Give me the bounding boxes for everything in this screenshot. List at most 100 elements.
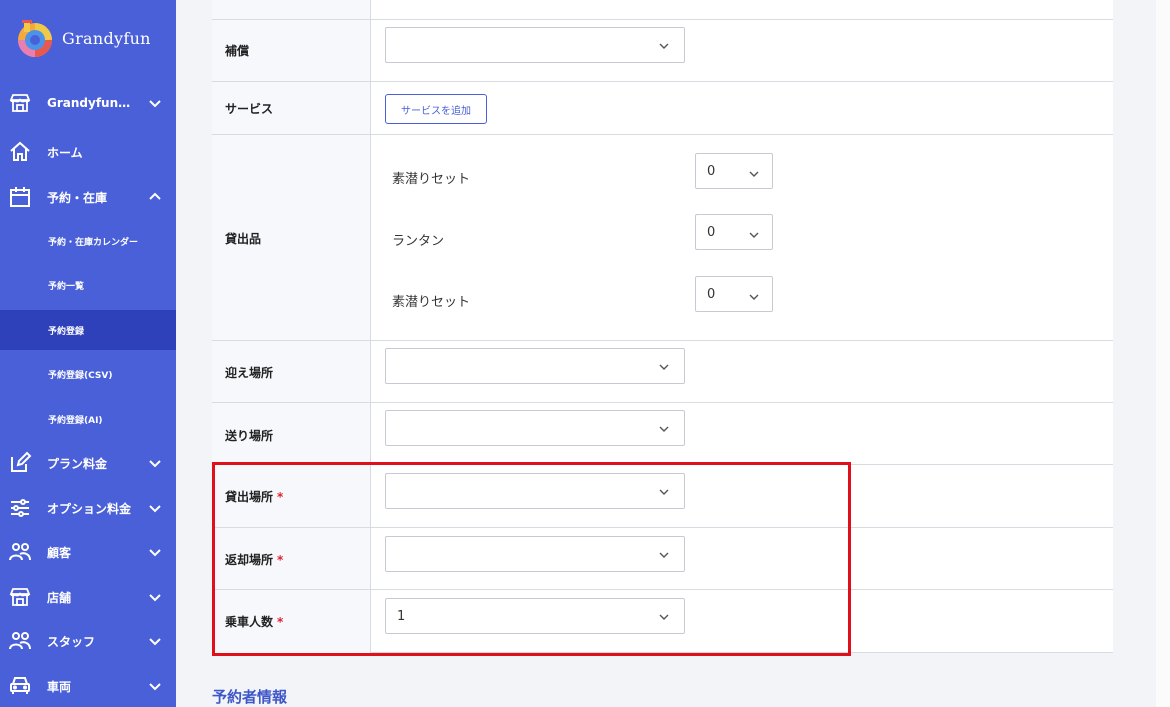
users-icon <box>9 543 31 561</box>
chevron-down-icon <box>149 683 161 691</box>
form-row-passengers: 乗車人数 * 1 <box>212 589 1113 653</box>
sidebar-item-label: 予約・在庫 <box>47 190 108 205</box>
dropoff-select[interactable] <box>385 410 685 446</box>
passengers-select[interactable]: 1 <box>385 598 685 634</box>
add-service-button[interactable]: サービスを追加 <box>385 94 487 124</box>
edit-icon <box>11 451 32 472</box>
form-label-cell: 返却場所 * <box>212 528 371 589</box>
rental-place-label-text: 貸出場所 <box>225 490 274 504</box>
booker-info-heading: 予約者情報 <box>212 688 288 706</box>
sidebar-item-label: 車両 <box>47 679 72 694</box>
return-place-label: 返却場所 * <box>225 551 283 568</box>
rental-place-select[interactable] <box>385 473 685 509</box>
brand-name: Grandyfun <box>62 28 151 48</box>
required-mark: * <box>277 615 284 629</box>
page-scrollbar[interactable] <box>1156 0 1170 707</box>
sidebar-item-stores[interactable]: 店舗 <box>0 577 176 617</box>
form-label-cell: 貸出品 <box>212 135 371 340</box>
sidebar: Grandyfun Grandyfun… ホーム 予約・在庫 予約・在庫カレンダ… <box>0 0 176 707</box>
rental-item-name: 素潜りセット <box>392 295 471 310</box>
chevron-down-icon <box>149 594 161 602</box>
chevron-down-icon <box>749 171 759 177</box>
sidebar-item-reservations[interactable]: 予約・在庫 <box>0 177 176 217</box>
sidebar-subitem-label: 予約登録(AI) <box>48 415 103 426</box>
home-icon <box>10 141 30 161</box>
return-place-select[interactable] <box>385 536 685 572</box>
return-place-label-text: 返却場所 <box>225 553 274 567</box>
compensation-select[interactable] <box>385 27 685 63</box>
form-label-cell <box>212 0 371 19</box>
chevron-down-icon <box>659 552 669 558</box>
users-icon <box>9 632 31 650</box>
sidebar-item-vehicles[interactable]: 車両 <box>0 666 176 706</box>
chevron-down-icon <box>659 426 669 432</box>
store-icon <box>9 588 31 606</box>
form-label-cell: 迎え場所 <box>212 341 371 402</box>
sidebar-item-label: オプション料金 <box>47 501 132 516</box>
sidebar-item-label: プラン料金 <box>47 456 108 471</box>
sidebar-item-label: 店舗 <box>47 590 72 605</box>
compensation-label: 補償 <box>225 44 250 58</box>
sidebar-subitem-reservation-csv[interactable]: 予約登録(CSV) <box>0 354 176 394</box>
form-label-cell: 補償 <box>212 20 371 81</box>
rental-qty-select[interactable]: 0 <box>695 276 773 312</box>
chevron-down-icon <box>149 100 161 108</box>
sidebar-item-label: 顧客 <box>47 545 72 560</box>
form-row-rental-place: 貸出場所 * <box>212 464 1113 527</box>
passengers-label: 乗車人数 * <box>225 613 283 630</box>
chevron-down-icon <box>149 460 161 468</box>
sidebar-subitem-label: 予約登録 <box>48 326 85 337</box>
car-icon <box>10 677 30 694</box>
sidebar-item-store-selector[interactable]: Grandyfun… <box>0 83 176 123</box>
sidebar-item-label: スタッフ <box>47 634 96 649</box>
rental-qty-value: 0 <box>707 287 716 302</box>
form-label-cell: サービス <box>212 82 371 134</box>
chevron-down-icon <box>659 614 669 620</box>
chevron-down-icon <box>149 638 161 646</box>
sidebar-item-staff[interactable]: スタッフ <box>0 621 176 661</box>
rental-qty-select[interactable]: 0 <box>695 214 773 250</box>
rentals-label: 貸出品 <box>225 232 262 246</box>
rental-item-name: ランタン <box>392 234 445 249</box>
sidebar-subitem-reservation-register[interactable]: 予約登録 <box>0 310 176 350</box>
sidebar-subitem-label: 予約・在庫カレンダー <box>48 237 139 248</box>
rental-item-name: 素潜りセット <box>392 172 471 187</box>
chevron-up-icon <box>149 192 161 200</box>
form-row-dropoff: 送り場所 <box>212 402 1113 464</box>
reservation-form: 補償 サービス サービスを追加 貸出品 素潜りセット 0 ランタン 0 素潜りセ… <box>212 0 1113 653</box>
grandyfun-logo-icon <box>18 20 52 57</box>
rental-qty-select[interactable]: 0 <box>695 153 773 189</box>
sidebar-item-label: Grandyfun… <box>47 96 131 110</box>
chevron-down-icon <box>749 232 759 238</box>
sidebar-subitem-reservation-list[interactable]: 予約一覧 <box>0 265 176 305</box>
brand[interactable]: Grandyfun <box>14 16 151 60</box>
chevron-down-icon <box>659 489 669 495</box>
form-row-service: サービス サービスを追加 <box>212 81 1113 134</box>
sidebar-subitem-reservation-ai[interactable]: 予約登録(AI) <box>0 399 176 439</box>
service-label: サービス <box>225 102 274 116</box>
sidebar-subitem-calendar[interactable]: 予約・在庫カレンダー <box>0 221 176 261</box>
form-row-pickup: 迎え場所 <box>212 340 1113 402</box>
store-icon <box>9 94 31 112</box>
rental-qty-value: 0 <box>707 164 716 179</box>
form-label-cell: 送り場所 <box>212 403 371 464</box>
sidebar-item-option-pricing[interactable]: オプション料金 <box>0 488 176 528</box>
required-mark: * <box>277 490 284 504</box>
sidebar-subitem-label: 予約登録(CSV) <box>48 370 113 381</box>
sidebar-item-home[interactable]: ホーム <box>0 132 176 172</box>
sidebar-item-label: ホーム <box>47 145 83 160</box>
form-row-rentals: 貸出品 素潜りセット 0 ランタン 0 素潜りセット 0 <box>212 134 1113 340</box>
sidebar-item-plan-pricing[interactable]: プラン料金 <box>0 443 176 483</box>
chevron-down-icon <box>659 43 669 49</box>
rental-qty-value: 0 <box>707 225 716 240</box>
form-row-compensation: 補償 <box>212 19 1113 81</box>
rental-place-label: 貸出場所 * <box>225 488 283 505</box>
chevron-down-icon <box>659 364 669 370</box>
chevron-down-icon <box>149 505 161 513</box>
required-mark: * <box>277 553 284 567</box>
chevron-down-icon <box>149 549 161 557</box>
form-label-cell: 乗車人数 * <box>212 590 371 653</box>
pickup-select[interactable] <box>385 348 685 384</box>
sidebar-item-customers[interactable]: 顧客 <box>0 532 176 572</box>
sliders-icon <box>11 499 29 517</box>
